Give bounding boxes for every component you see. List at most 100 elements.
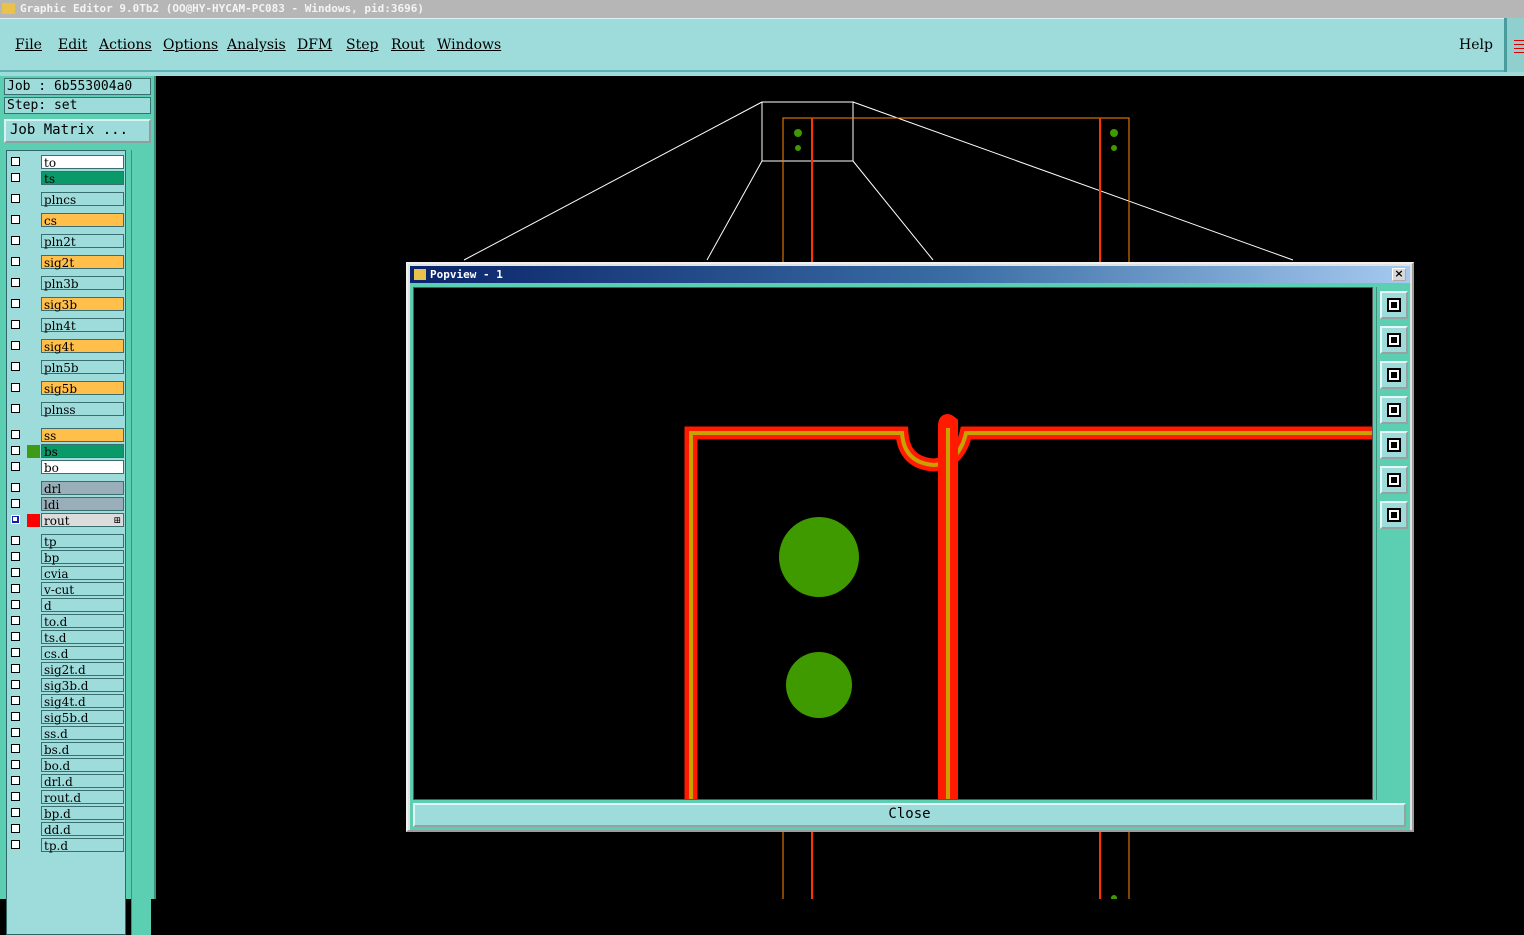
layer-row-cs-d[interactable]: cs.d [8, 646, 125, 661]
layer-color-swatch[interactable] [27, 759, 40, 772]
layer-color-swatch[interactable] [27, 235, 40, 248]
pan-up-button[interactable] [1380, 326, 1408, 354]
layer-name[interactable]: bo [41, 460, 124, 475]
layer-color-swatch[interactable] [27, 403, 40, 416]
layer-checkbox[interactable] [11, 536, 20, 545]
menu-file[interactable]: File [15, 37, 42, 53]
layer-checkbox[interactable] [11, 499, 20, 508]
pan-right-button[interactable] [1380, 431, 1408, 459]
layer-checkbox[interactable] [11, 236, 20, 245]
layer-name[interactable]: pln4t [41, 318, 124, 333]
layer-row-sig3b-d[interactable]: sig3b.d [8, 678, 125, 693]
layer-color-swatch[interactable] [27, 583, 40, 596]
menu-edit[interactable]: Edit [58, 37, 87, 53]
menu-step[interactable]: Step [346, 37, 378, 53]
layer-color-swatch[interactable] [27, 498, 40, 511]
layer-checkbox[interactable] [11, 712, 20, 721]
layer-color-swatch[interactable] [27, 361, 40, 374]
layer-row-sig4t-d[interactable]: sig4t.d [8, 694, 125, 709]
layer-color-swatch[interactable] [27, 193, 40, 206]
layer-name[interactable]: to.d [41, 614, 124, 629]
layer-row-drl[interactable]: drl [8, 481, 125, 496]
layer-color-swatch[interactable] [27, 631, 40, 644]
zoom-home-button[interactable] [1380, 291, 1408, 319]
layer-checkbox[interactable] [11, 792, 20, 801]
layer-name[interactable]: sig5b.d [41, 710, 124, 725]
layer-row-rout[interactable]: rout ⊞ [8, 513, 125, 528]
layer-color-swatch[interactable] [27, 567, 40, 580]
layer-color-swatch[interactable] [27, 823, 40, 836]
layer-checkbox[interactable] [11, 600, 20, 609]
layer-name[interactable]: bp.d [41, 806, 124, 821]
layer-row-sig2t[interactable]: sig2t [8, 255, 125, 270]
layer-row-d[interactable]: d [8, 598, 125, 613]
layer-name[interactable]: sig2t [41, 255, 124, 270]
menu-help[interactable]: Help [1459, 37, 1493, 53]
layer-row-rout-d[interactable]: rout.d [8, 790, 125, 805]
layer-checkbox[interactable] [11, 664, 20, 673]
layer-row-tp-d[interactable]: tp.d [8, 838, 125, 853]
layer-checkbox[interactable] [11, 157, 20, 166]
menu-options[interactable]: Options [163, 37, 218, 53]
close-button[interactable]: Close [413, 803, 1406, 827]
layer-checkbox[interactable] [11, 194, 20, 203]
layer-name[interactable]: bs.d [41, 742, 124, 757]
layer-color-swatch[interactable] [27, 340, 40, 353]
layer-checkbox[interactable] [11, 299, 20, 308]
layer-name[interactable]: cvia [41, 566, 124, 581]
layer-row-pln3b[interactable]: pln3b [8, 276, 125, 291]
layer-row-plnss[interactable]: plnss [8, 402, 125, 417]
layer-color-swatch[interactable] [27, 445, 40, 458]
zoom-fit-button[interactable] [1380, 466, 1408, 494]
layer-color-swatch[interactable] [27, 743, 40, 756]
layer-row-bs[interactable]: bs [8, 444, 125, 459]
layer-color-swatch[interactable] [27, 647, 40, 660]
layer-row-ts-d[interactable]: ts.d [8, 630, 125, 645]
layer-checkbox[interactable] [11, 584, 20, 593]
layer-color-swatch[interactable] [27, 172, 40, 185]
job-matrix-button[interactable]: Job Matrix ... [4, 119, 151, 143]
layer-checkbox[interactable] [11, 680, 20, 689]
layer-row-bo-d[interactable]: bo.d [8, 758, 125, 773]
layer-name[interactable]: sig4t [41, 339, 124, 354]
layer-checkbox[interactable] [11, 552, 20, 561]
layer-checkbox[interactable] [11, 744, 20, 753]
popview-canvas[interactable] [413, 287, 1373, 800]
layer-checkbox[interactable] [11, 568, 20, 577]
layer-checkbox[interactable] [11, 362, 20, 371]
layer-row-sig3b[interactable]: sig3b [8, 297, 125, 312]
layer-name[interactable]: bo.d [41, 758, 124, 773]
zoom-in-button[interactable] [1380, 501, 1408, 529]
layer-name[interactable]: rout.d [41, 790, 124, 805]
layer-name[interactable]: pln5b [41, 360, 124, 375]
layer-row-pln5b[interactable]: pln5b [8, 360, 125, 375]
layer-row-bo[interactable]: bo [8, 460, 125, 475]
layer-row-dd-d[interactable]: dd.d [8, 822, 125, 837]
layer-name[interactable]: cs [41, 213, 124, 228]
layer-checkbox[interactable] [11, 320, 20, 329]
layer-name[interactable]: sig5b [41, 381, 124, 396]
layer-row-plncs[interactable]: plncs [8, 192, 125, 207]
layer-name[interactable]: tp.d [41, 838, 124, 853]
layer-checkbox[interactable] [11, 648, 20, 657]
layer-color-swatch[interactable] [27, 807, 40, 820]
layer-checkbox[interactable] [11, 383, 20, 392]
pan-down-button[interactable] [1380, 361, 1408, 389]
layer-checkbox[interactable] [11, 173, 20, 182]
menu-rout[interactable]: Rout [391, 37, 425, 53]
layer-color-swatch[interactable] [27, 156, 40, 169]
layer-name[interactable]: pln3b [41, 276, 124, 291]
layer-name[interactable]: drl [41, 481, 124, 496]
layer-name[interactable]: sig3b [41, 297, 124, 312]
layer-name[interactable]: plnss [41, 402, 124, 417]
layer-name[interactable]: ts [41, 171, 124, 186]
layer-name[interactable]: pln2t [41, 234, 124, 249]
layer-color-swatch[interactable] [27, 461, 40, 474]
layer-color-swatch[interactable] [27, 839, 40, 852]
layer-checkbox[interactable] [11, 483, 20, 492]
layer-color-swatch[interactable] [27, 711, 40, 724]
menu-dfm[interactable]: DFM [297, 37, 332, 53]
layer-name[interactable]: drl.d [41, 774, 124, 789]
layer-checkbox[interactable] [11, 341, 20, 350]
layer-name[interactable]: v-cut [41, 582, 124, 597]
